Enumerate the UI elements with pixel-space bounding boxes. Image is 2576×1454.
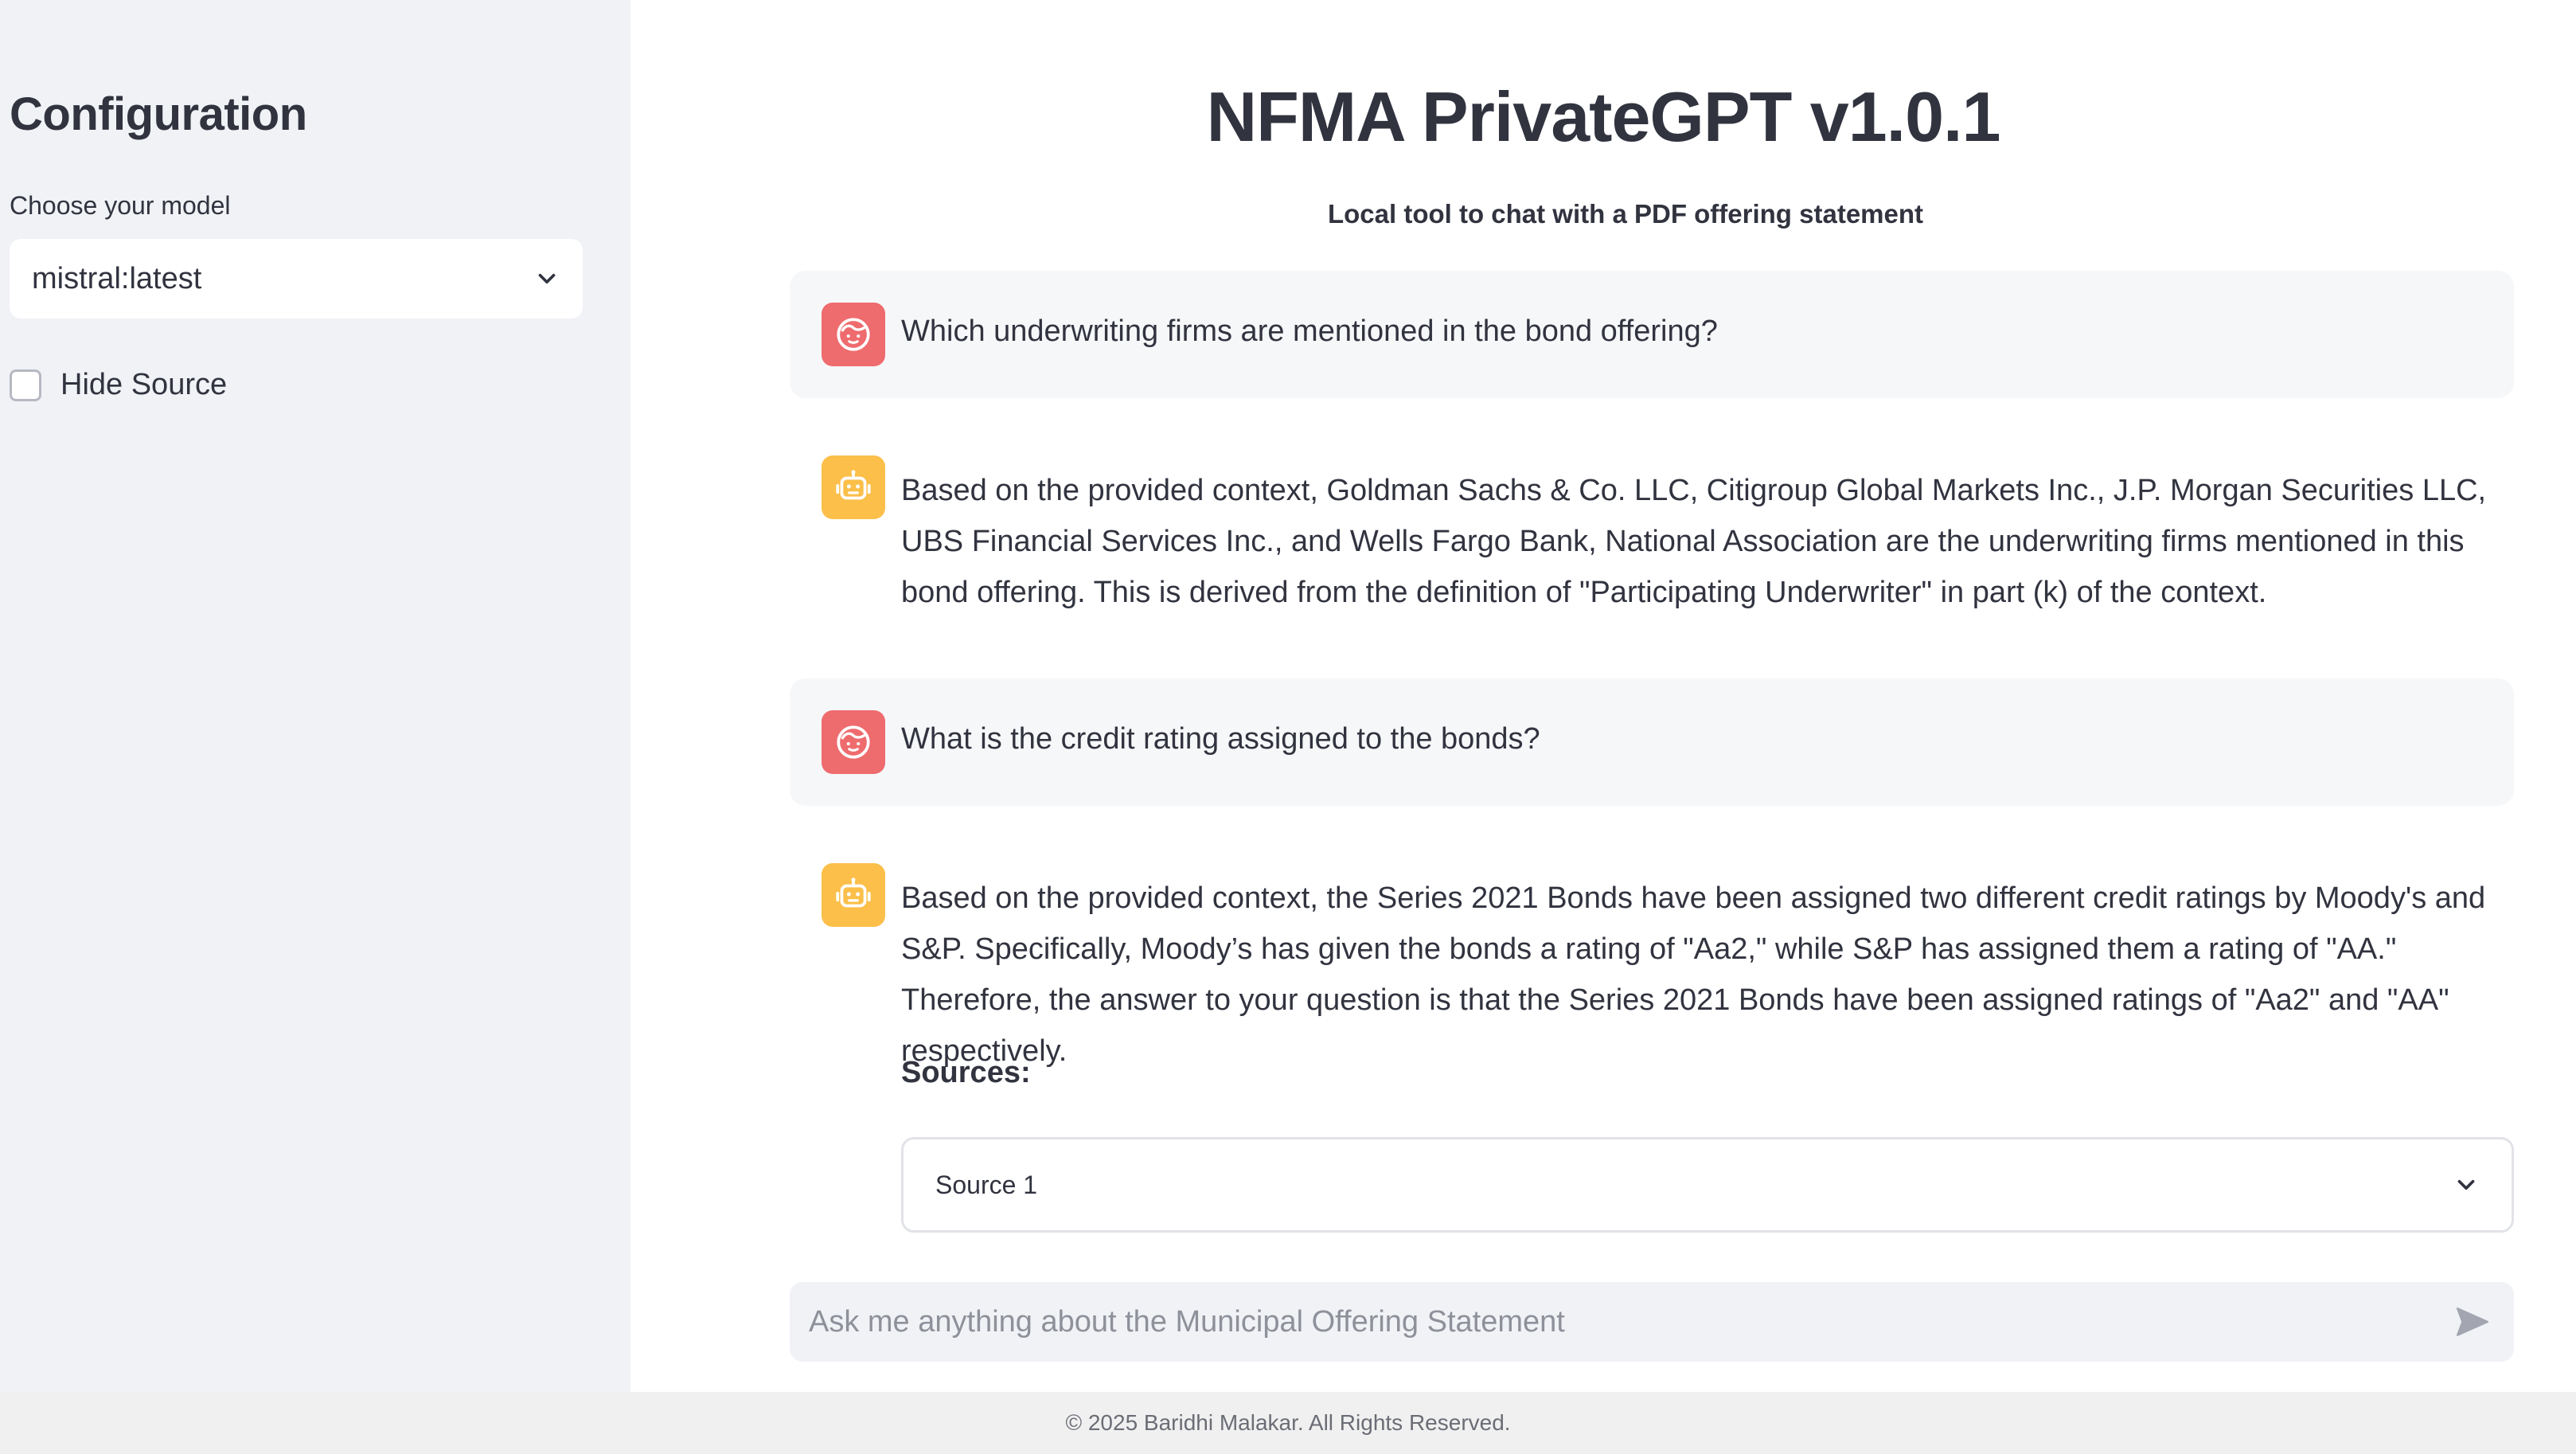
hide-source-toggle[interactable]: Hide Source (10, 368, 227, 402)
chat-message-text: Based on the provided context, Goldman S… (901, 474, 2487, 609)
chat-message-user: What is the credit rating assigned to th… (790, 678, 2514, 806)
model-select[interactable]: mistral:latest (10, 239, 583, 319)
page-subtitle: Local tool to chat with a PDF offering s… (1327, 199, 1924, 229)
model-select-label: Choose your model (10, 191, 231, 220)
chat-message-text: What is the credit rating assigned to th… (901, 722, 1540, 756)
chevron-down-icon (2453, 1171, 2480, 1198)
main-panel: NFMA PrivateGPT v1.0.1 Local tool to cha… (630, 0, 2576, 1392)
footer: © 2025 Baridhi Malakar. All Rights Reser… (0, 1392, 2576, 1454)
copyright-text: © 2025 Baridhi Malakar. All Rights Reser… (1065, 1410, 1511, 1435)
chat-input[interactable] (807, 1304, 2449, 1340)
send-icon[interactable] (2449, 1298, 2496, 1346)
sidebar: Configuration Choose your model mistral:… (0, 0, 630, 1392)
page-title: NFMA PrivateGPT v1.0.1 (1206, 77, 2001, 156)
chat-message-assistant: Based on the provided context, Goldman S… (790, 424, 2514, 631)
chat-message-text: Based on the provided context, the Serie… (901, 881, 2486, 1068)
chevron-down-icon (533, 265, 560, 292)
app-window: Configuration Choose your model mistral:… (0, 0, 2576, 1454)
robot-face-icon (822, 455, 885, 519)
sources-heading: Sources: (901, 1056, 1031, 1089)
hide-source-label: Hide Source (60, 368, 228, 401)
robot-face-icon (822, 863, 885, 927)
user-face-icon (822, 710, 885, 774)
sidebar-title: Configuration (10, 88, 307, 140)
hide-source-checkbox[interactable] (10, 369, 41, 401)
source-expander-label: Source 1 (935, 1170, 1038, 1199)
chat-message-text: Which underwriting firms are mentioned i… (901, 315, 1718, 348)
chat-message-user: Which underwriting firms are mentioned i… (790, 271, 2514, 398)
chat-message-assistant: Based on the provided context, the Serie… (790, 831, 2514, 1237)
user-face-icon (822, 303, 885, 366)
chat-input-bar (790, 1282, 2514, 1362)
model-select-value: mistral:latest (32, 261, 202, 295)
source-expander[interactable]: Source 1 (901, 1137, 2514, 1233)
